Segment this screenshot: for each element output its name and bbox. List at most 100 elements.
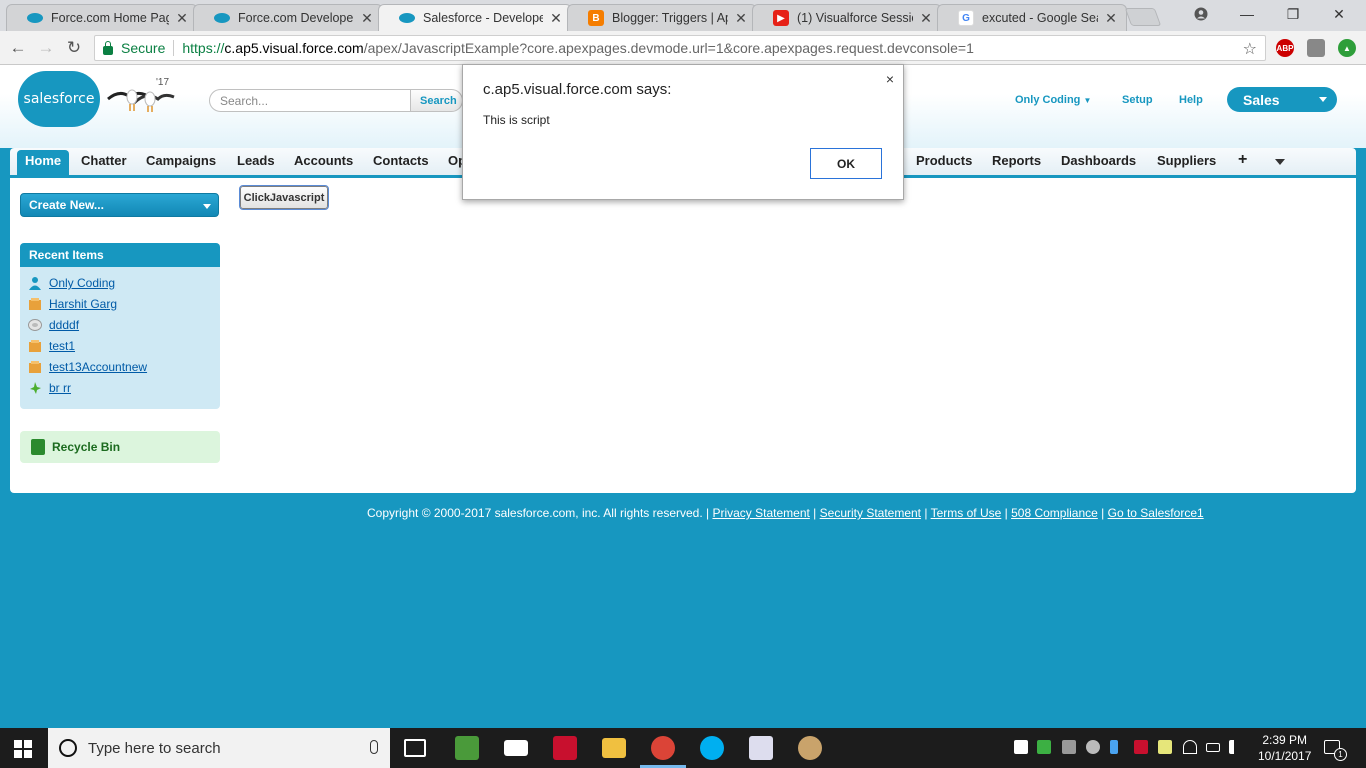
recycle-bin-link[interactable]: Recycle Bin [20, 431, 220, 463]
adblock-icon[interactable]: ABP [1276, 39, 1294, 57]
skype-icon[interactable] [700, 736, 724, 760]
more-tabs-chevron-icon[interactable] [1275, 159, 1285, 165]
app-menu-button[interactable]: Sales [1227, 87, 1337, 112]
recent-item-link[interactable]: test13Accountnew [49, 360, 147, 374]
onedrive-cloud-icon[interactable] [1086, 740, 1100, 754]
tray-arrow-icon[interactable] [1037, 740, 1051, 754]
list-item[interactable]: test13Accountnew [28, 359, 147, 375]
privacy-statement-link[interactable]: Privacy Statement [712, 506, 809, 520]
chrome-icon[interactable] [651, 736, 675, 760]
close-icon[interactable]: × [886, 71, 894, 87]
go-to-salesforce1-link[interactable]: Go to Salesforce1 [1108, 506, 1204, 520]
tab-contacts[interactable]: Contacts [373, 153, 429, 168]
tab-reports[interactable]: Reports [992, 153, 1041, 168]
list-item[interactable]: test1 [28, 338, 75, 354]
google-icon: G [958, 10, 974, 26]
create-new-button[interactable]: Create New... [20, 193, 219, 217]
notepad-icon[interactable] [455, 736, 479, 760]
list-item[interactable]: Harshit Garg [28, 296, 117, 312]
battery-icon[interactable] [1206, 743, 1220, 752]
close-tab-icon[interactable]: ✕ [360, 10, 374, 27]
close-tab-icon[interactable]: ✕ [1104, 10, 1118, 27]
tab-dashboards[interactable]: Dashboards [1061, 153, 1136, 168]
address-bar[interactable]: Secure https:// c.ap5.visual.force.com /… [94, 35, 1266, 61]
browser-tab-3-active[interactable]: Salesforce - Developer ✕ [378, 4, 572, 31]
user-menu[interactable]: Only Coding ▼ [1015, 94, 1091, 106]
close-tab-icon[interactable]: ✕ [919, 10, 933, 27]
back-icon[interactable]: ← [6, 36, 30, 60]
extension-icon[interactable] [1307, 39, 1325, 57]
all-tabs-plus-icon[interactable]: + [1238, 151, 1247, 169]
account-icon [29, 340, 41, 352]
browser-tab-4[interactable]: B Blogger: Triggers | Apex ✕ [567, 4, 757, 31]
bluetooth-icon[interactable] [1110, 740, 1118, 754]
salesforce-search-button[interactable]: Search [411, 89, 463, 112]
tab-products[interactable]: Products [916, 153, 972, 168]
bookmark-star-icon[interactable]: ☆ [1243, 39, 1257, 59]
paint-icon[interactable] [798, 736, 822, 760]
acrobat-icon[interactable] [553, 736, 577, 760]
ok-button[interactable]: OK [810, 148, 882, 179]
setup-link[interactable]: Setup [1122, 94, 1153, 106]
browser-tab-6[interactable]: G excuted - Google Searc ✕ [937, 4, 1127, 31]
salesforce-search-input[interactable]: Search... [209, 89, 411, 112]
secure-label: Secure [121, 40, 166, 56]
file-explorer-icon[interactable] [602, 738, 626, 758]
close-window-icon[interactable]: ✕ [1316, 0, 1362, 28]
browser-tab-2[interactable]: Force.com Developer C ✕ [193, 4, 383, 31]
url-scheme: https:// [182, 40, 225, 56]
tab-leads[interactable]: Leads [237, 153, 275, 168]
minimize-icon[interactable]: — [1224, 0, 1270, 28]
recent-item-link[interactable]: test1 [49, 339, 75, 353]
acrobat-tray-icon[interactable] [1134, 740, 1148, 754]
close-tab-icon[interactable]: ✕ [734, 10, 748, 27]
help-link[interactable]: Help [1179, 94, 1203, 106]
defender-shield-icon[interactable] [1014, 740, 1028, 754]
list-item[interactable]: ddddf [28, 317, 79, 333]
terms-of-use-link[interactable]: Terms of Use [931, 506, 1002, 520]
wifi-icon[interactable] [1183, 740, 1197, 754]
close-tab-icon[interactable]: ✕ [549, 10, 563, 27]
close-tab-icon[interactable]: ✕ [175, 10, 189, 27]
mail-icon[interactable] [504, 740, 528, 756]
tab-home[interactable]: Home [17, 150, 70, 175]
tab-title: (1) Visualforce Session- [797, 11, 913, 25]
clock-date: 10/1/2017 [1258, 749, 1312, 763]
microphone-icon[interactable] [370, 740, 378, 754]
windows-start-icon[interactable] [14, 740, 32, 758]
new-tab-button[interactable] [1124, 8, 1162, 26]
profile-icon[interactable] [1178, 0, 1224, 28]
notes-tray-icon[interactable] [1158, 740, 1172, 754]
recent-item-link[interactable]: ddddf [49, 318, 79, 332]
recent-item-link[interactable]: Only Coding [49, 276, 115, 290]
extension-up-arrow-icon[interactable]: ▲ [1338, 39, 1356, 57]
click-javascript-button[interactable]: ClickJavascript [239, 185, 329, 210]
recent-item-link[interactable]: br rr [49, 381, 71, 395]
taskbar-search-input[interactable]: Type here to search [48, 728, 390, 768]
volume-icon[interactable] [1229, 740, 1239, 754]
salesforce-cloud-icon [214, 10, 230, 26]
browser-tab-1[interactable]: Force.com Home Page ✕ [6, 4, 198, 31]
window-app-icon[interactable] [749, 736, 773, 760]
recent-item-link[interactable]: Harshit Garg [49, 297, 117, 311]
network-monitor-icon[interactable] [1062, 740, 1076, 754]
list-item[interactable]: br rr [28, 380, 71, 396]
tab-campaigns[interactable]: Campaigns [146, 153, 216, 168]
tab-title: Force.com Developer C [238, 11, 354, 25]
logo-text: salesforce [23, 91, 95, 107]
tab-chatter[interactable]: Chatter [81, 153, 127, 168]
security-statement-link[interactable]: Security Statement [820, 506, 921, 520]
forward-icon[interactable]: → [34, 36, 58, 60]
browser-tab-5[interactable]: ▶ (1) Visualforce Session- ✕ [752, 4, 942, 31]
salesforce-logo[interactable]: salesforce [18, 71, 100, 127]
list-item[interactable]: Only Coding [28, 275, 115, 291]
restore-icon[interactable]: ❐ [1270, 0, 1316, 28]
url-host: c.ap5.visual.force.com [224, 40, 364, 56]
tab-accounts[interactable]: Accounts [294, 153, 353, 168]
tab-suppliers[interactable]: Suppliers [1157, 153, 1216, 168]
system-clock[interactable]: 2:39 PM 10/1/2017 [1258, 732, 1311, 764]
browser-toolbar: ← → ↻ Secure https:// c.ap5.visual.force… [0, 31, 1366, 65]
508-compliance-link[interactable]: 508 Compliance [1011, 506, 1098, 520]
reload-icon[interactable]: ↻ [62, 36, 86, 60]
task-view-icon[interactable] [404, 739, 426, 757]
